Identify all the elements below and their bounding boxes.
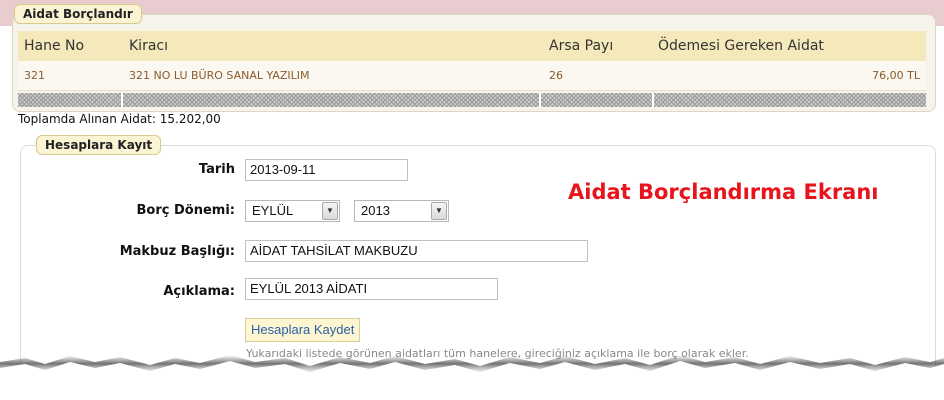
description-field[interactable]: EYLÜL 2013 AİDATI (245, 278, 498, 300)
panel-legend-hesaplara-kayit: Hesaplara Kayıt (36, 135, 162, 155)
chevron-down-icon[interactable]: ▼ (322, 202, 338, 220)
cell-kiraci: 321 NO LU BÜRO SANAL YAZILIM (129, 69, 310, 82)
cell-arsa-payi: 26 (549, 69, 563, 82)
footer-cell (541, 93, 654, 107)
period-month-value: EYLÜL (252, 203, 294, 218)
column-header-kiraci[interactable]: Kiracı (123, 38, 541, 54)
period-year-value: 2013 (361, 203, 390, 218)
cell-hane-no: 321 (24, 69, 45, 82)
period-month-select[interactable]: EYLÜL ▼ (245, 200, 340, 222)
panel-legend-aidat-borclandir: Aidat Borçlandır (14, 4, 142, 24)
footer-cell (18, 93, 123, 107)
column-header-aidat[interactable]: Ödemesi Gereken Aidat (654, 38, 926, 54)
receipt-title-field[interactable]: AİDAT TAHSİLAT MAKBUZU (245, 240, 588, 262)
table-footer-pattern (18, 93, 926, 107)
table-header: Hane No Kiracı Arsa Payı Ödemesi Gereken… (18, 31, 926, 61)
footer-cell (123, 93, 541, 107)
cell-aidat: 76,00 TL (872, 69, 920, 82)
period-label: Borç Dönemi: (136, 203, 235, 218)
receipt-label: Makbuz Başlığı: (119, 244, 235, 259)
description-label: Açıklama: (163, 284, 235, 299)
date-label: Tarih (198, 162, 235, 177)
footer-cell (654, 93, 926, 107)
column-header-arsa-payi[interactable]: Arsa Payı (541, 38, 654, 54)
chevron-down-icon[interactable]: ▼ (431, 202, 447, 220)
save-to-accounts-button[interactable]: Hesaplara Kaydet (245, 318, 361, 342)
overlay-title: Aidat Borçlandırma Ekranı (568, 180, 879, 204)
debit-table: Hane No Kiracı Arsa Payı Ödemesi Gereken… (18, 31, 926, 107)
table-row[interactable]: 321 321 NO LU BÜRO SANAL YAZILIM 26 76,0… (18, 61, 926, 91)
torn-edge-shadow (0, 355, 944, 400)
total-collected: Toplamda Alınan Aidat: 15.202,00 (18, 112, 221, 126)
column-header-hane-no[interactable]: Hane No (18, 38, 123, 54)
period-year-select[interactable]: 2013 ▼ (354, 200, 449, 222)
date-field[interactable]: 2013-09-11 (245, 159, 408, 181)
